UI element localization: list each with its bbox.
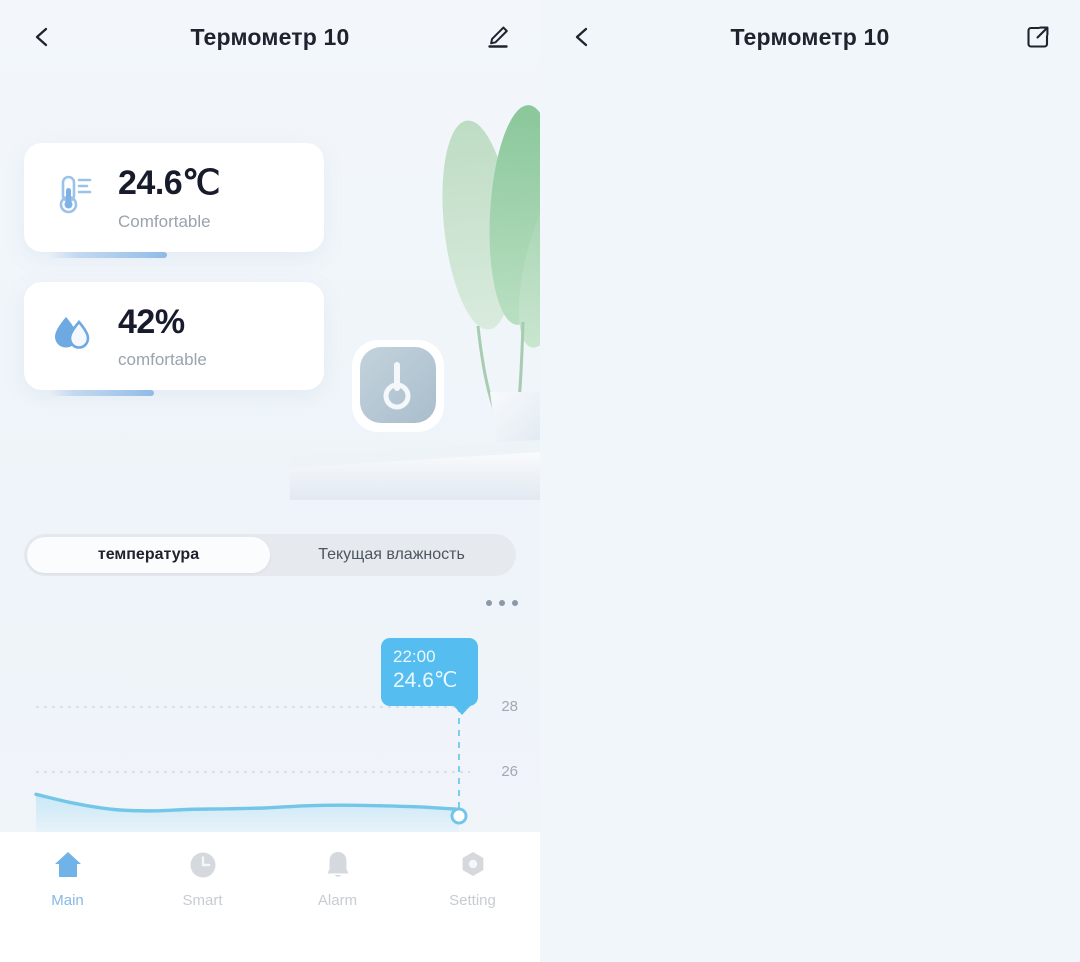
thermometer-icon <box>50 171 96 222</box>
clock-icon <box>190 852 215 878</box>
gear-icon <box>462 852 483 876</box>
nav-label-smart: Smart <box>182 892 223 909</box>
page-title-stats: Термометр 10 <box>730 23 890 50</box>
temperature-value: 24.6℃ <box>118 164 220 202</box>
left-chart-ylabel-1: 26 <box>501 763 518 780</box>
back-button[interactable] <box>22 17 62 57</box>
pencil-edit-icon <box>488 26 508 48</box>
humidity-card-body: 42% comfortable <box>118 302 207 371</box>
right-panel-statistics: Термометр 10 Days Months Years <box>540 0 1080 962</box>
sensor-cards: 24.6℃ Comfortable 42% comfortable <box>0 143 540 397</box>
chevron-left-icon <box>35 27 48 47</box>
chevron-left-icon <box>575 27 588 47</box>
share-external-icon <box>1027 26 1049 48</box>
nav-item-alarm[interactable]: Alarm <box>270 848 405 909</box>
app-root: Термометр 10 24.6℃ Comfortable 42% comfo… <box>0 0 1080 962</box>
temperature-status: Comfortable <box>118 211 211 231</box>
nav-label-main: Main <box>51 892 84 909</box>
nav-item-main[interactable]: Main <box>0 848 135 909</box>
humidity-value: 42% <box>118 302 185 341</box>
edit-button[interactable] <box>478 17 518 57</box>
segment-humidity-label: Текущая влажность <box>318 546 465 563</box>
left-chart-ylabel-0: 28 <box>501 698 518 715</box>
segment-humidity[interactable]: Текущая влажность <box>270 537 513 573</box>
nav-item-setting[interactable]: Setting <box>405 848 540 909</box>
nav-item-smart[interactable]: Smart <box>135 848 270 909</box>
right-header: Термометр 10 <box>540 0 1080 74</box>
segmented-bar: температура Текущая влажность <box>24 534 516 576</box>
tooltip-time: 22:00 <box>393 647 436 666</box>
temperature-progress-track <box>50 251 298 258</box>
tooltip-value: 24.6℃ <box>393 669 458 693</box>
nav-label-alarm: Alarm <box>317 892 358 909</box>
home-icon <box>54 852 81 877</box>
temperature-card[interactable]: 24.6℃ Comfortable <box>24 143 324 258</box>
humidity-progress-fill <box>50 390 155 397</box>
temperature-progress-fill <box>50 251 167 258</box>
chart-tooltip: 22:00 24.6℃ <box>381 638 478 715</box>
humidity-status: comfortable <box>118 350 207 370</box>
left-header: Термометр 10 <box>0 0 540 74</box>
nav-label-setting: Setting <box>449 892 496 909</box>
humidity-drop-icon <box>50 310 96 361</box>
bottom-navigation: Main Smart Alarm Setting <box>0 832 540 962</box>
temperature-card-body: 24.6℃ Comfortable <box>118 165 220 232</box>
page-title: Термометр 10 <box>190 23 350 50</box>
humidity-progress-track <box>50 390 298 397</box>
segment-temperature[interactable]: температура <box>27 537 270 573</box>
humidity-card[interactable]: 42% comfortable <box>24 281 324 397</box>
share-button[interactable] <box>1018 17 1058 57</box>
left-panel-device-main: Термометр 10 24.6℃ Comfortable 42% comfo… <box>0 0 540 962</box>
back-button-stats[interactable] <box>562 17 602 57</box>
bell-icon <box>327 852 348 877</box>
metric-segmented-control: температура Текущая влажность <box>24 534 516 576</box>
segment-temperature-label: температура <box>97 546 200 563</box>
